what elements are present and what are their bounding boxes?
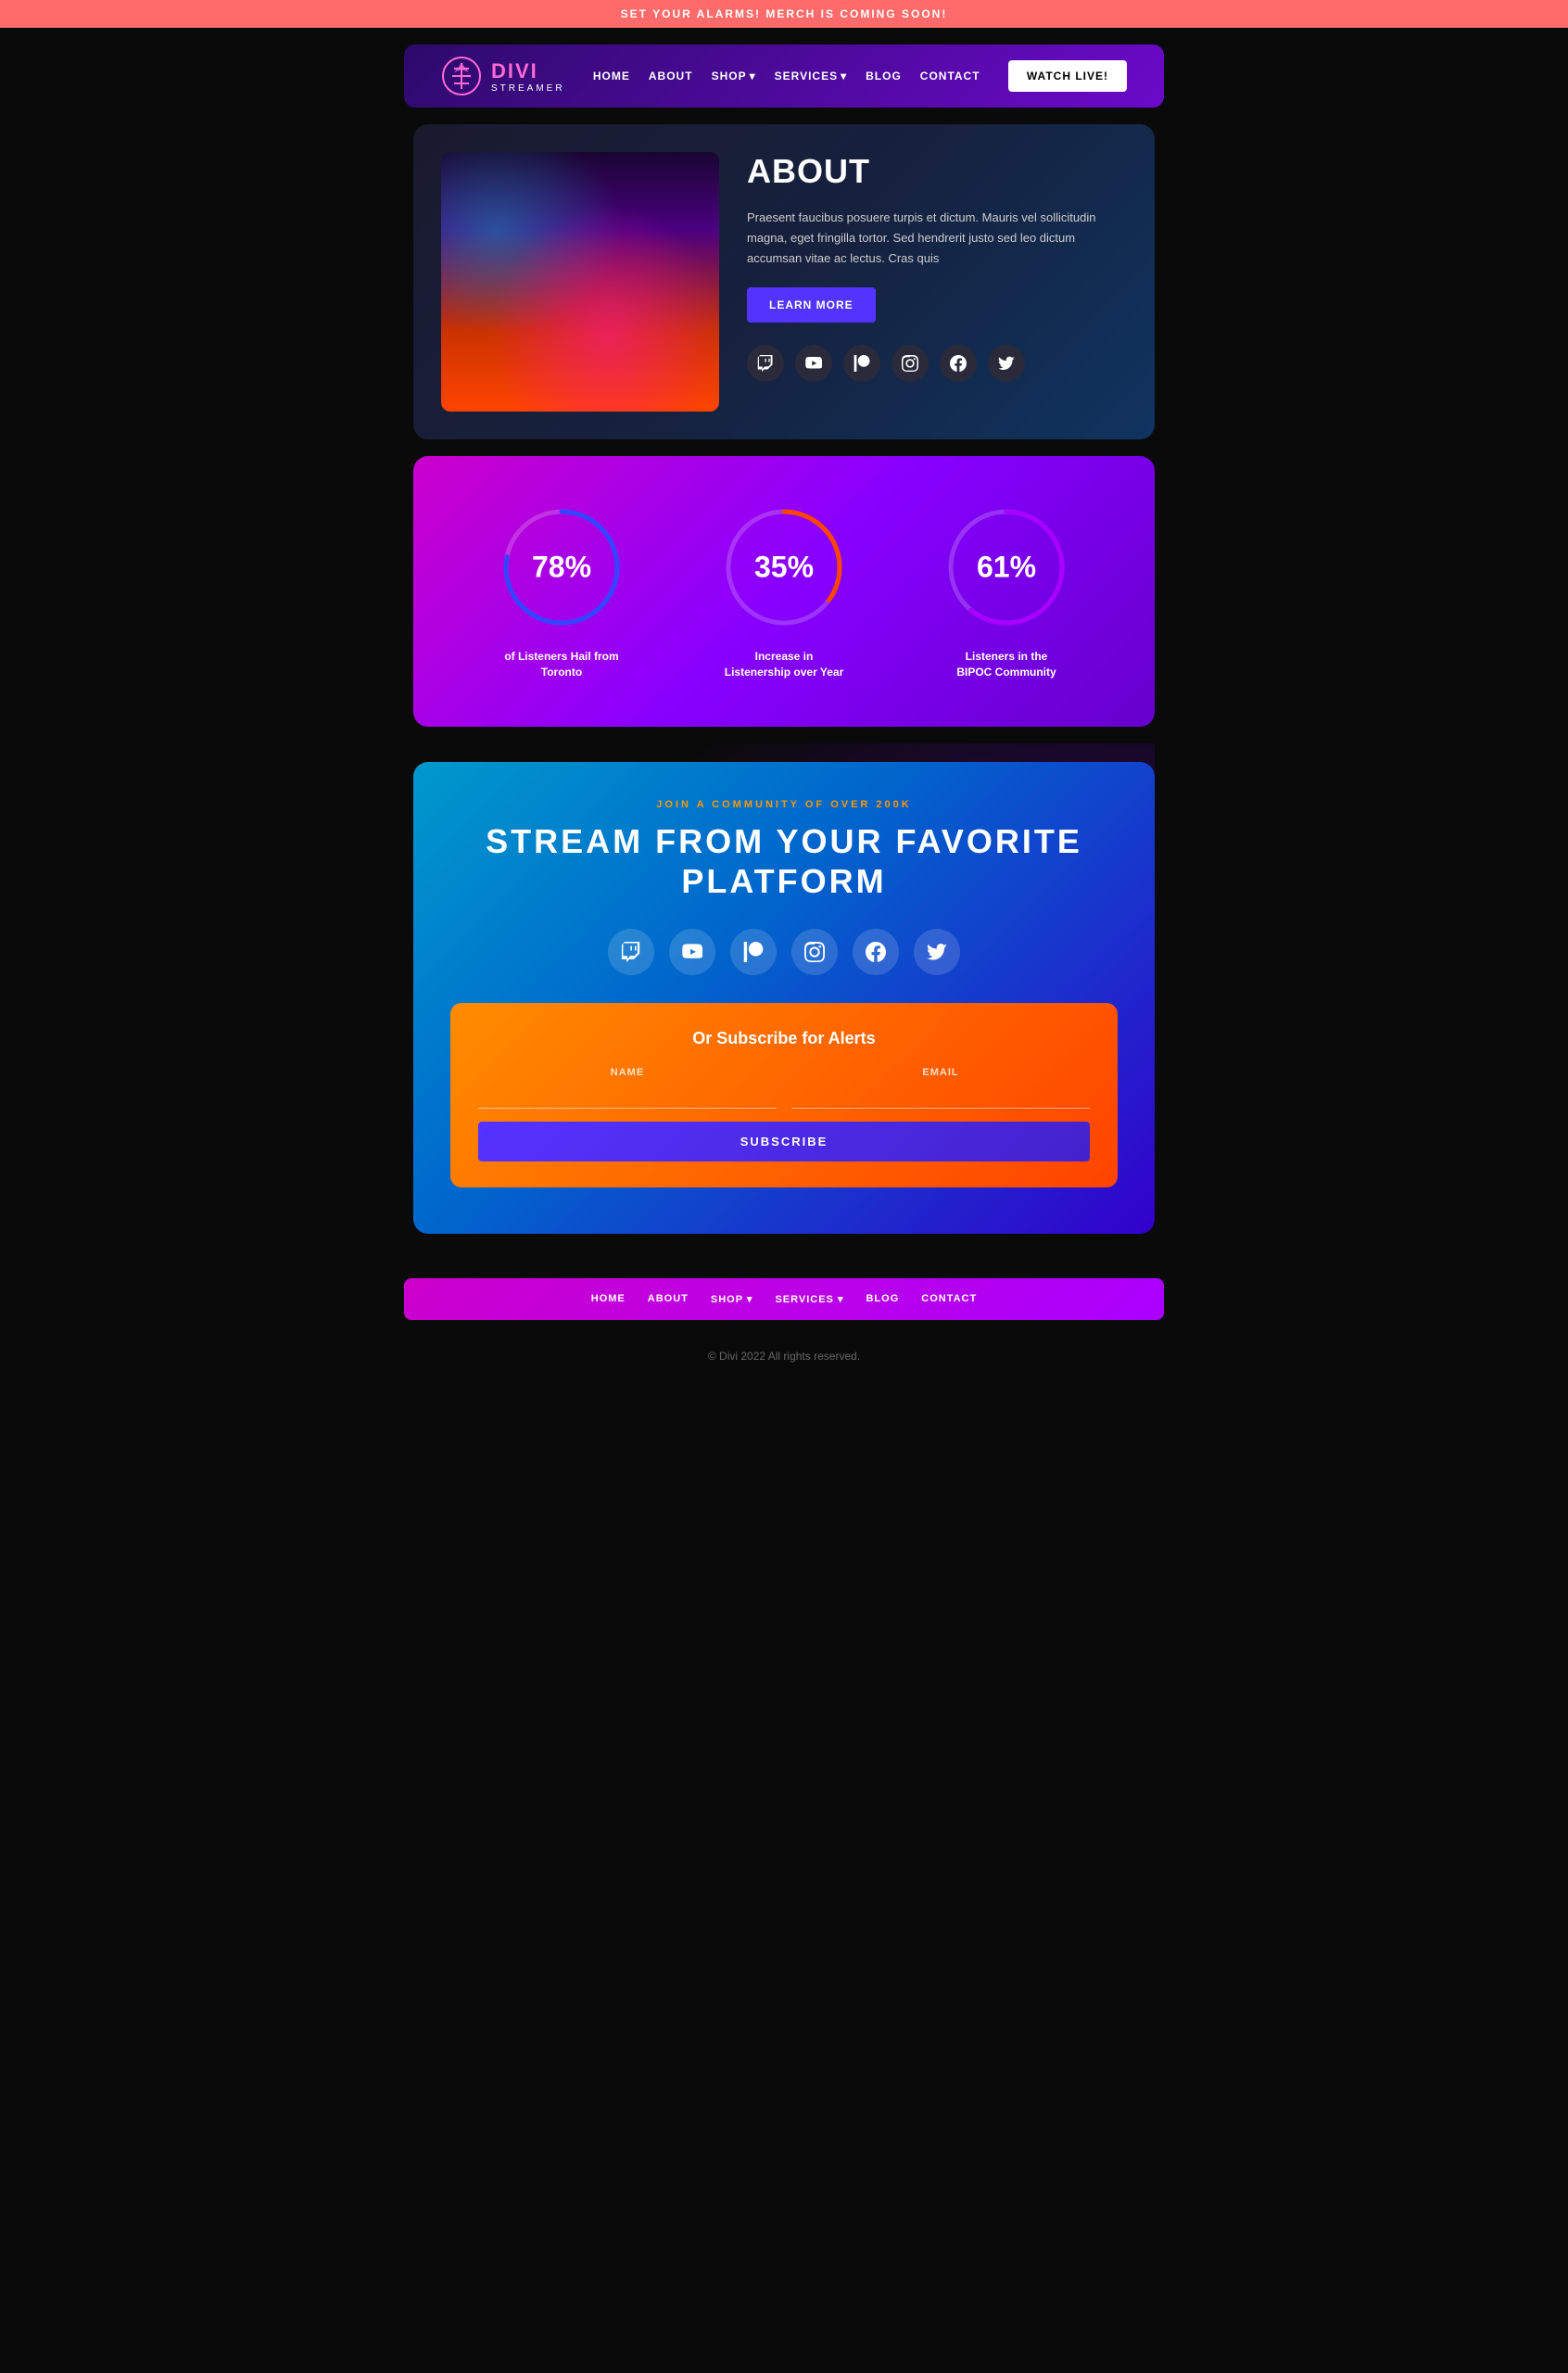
stat-value-1: 78% (532, 551, 591, 585)
footer-nav-home[interactable]: HOME (591, 1293, 626, 1305)
about-image-visual (441, 152, 719, 412)
main-nav: HOME ABOUT SHOP ▾ SERVICES ▾ BLOG CONTAC… (593, 70, 980, 82)
banner-text: SET YOUR ALARMS! MERCH IS COMING SOON! (621, 7, 948, 20)
stream-patreon-icon[interactable] (730, 929, 777, 975)
name-field-group: NAME (478, 1067, 777, 1109)
copyright: © Divi 2022 All rights reserved. (0, 1337, 1568, 1381)
name-input[interactable] (478, 1082, 777, 1109)
email-label: EMAIL (791, 1067, 1090, 1078)
stat-value-3: 61% (977, 551, 1036, 585)
youtube-icon[interactable] (795, 345, 832, 382)
footer-services-dropdown-icon: ▾ (838, 1294, 844, 1305)
stat-label-3: Listeners in the BIPOC Community (946, 649, 1067, 680)
footer-nav-services[interactable]: SERVICES ▾ (775, 1293, 843, 1305)
subscribe-fields: NAME EMAIL (478, 1067, 1090, 1109)
logo-divi: DIVI (491, 59, 565, 83)
stat-item-3: 61% Listeners in the BIPOC Community (942, 502, 1071, 680)
stream-twitter-icon[interactable] (914, 929, 960, 975)
stream-youtube-icon[interactable] (669, 929, 715, 975)
watch-live-button[interactable]: WATCH LIVE! (1008, 60, 1127, 92)
about-content: ABOUT Praesent faucibus posuere turpis e… (747, 152, 1127, 382)
patreon-icon[interactable] (843, 345, 880, 382)
stats-section: 78% of Listeners Hail from Toronto 35% I… (413, 456, 1155, 727)
top-banner: SET YOUR ALARMS! MERCH IS COMING SOON! (0, 0, 1568, 28)
footer-nav-contact[interactable]: CONTACT (921, 1293, 977, 1305)
stream-facebook-icon[interactable] (853, 929, 899, 975)
stat-circle-3: 61% (942, 502, 1071, 632)
about-section: ABOUT Praesent faucibus posuere turpis e… (413, 124, 1155, 439)
instagram-icon[interactable] (891, 345, 929, 382)
stream-section-wrapper: JOIN A COMMUNITY OF OVER 200K STREAM FRO… (413, 743, 1155, 1262)
email-input[interactable] (791, 1082, 1090, 1109)
logo: DIVI STREAMER (441, 56, 565, 96)
twitter-icon[interactable] (988, 345, 1025, 382)
stream-section: JOIN A COMMUNITY OF OVER 200K STREAM FRO… (413, 762, 1155, 1234)
about-text: Praesent faucibus posuere turpis et dict… (747, 208, 1127, 269)
stat-item-1: 78% of Listeners Hail from Toronto (497, 502, 626, 680)
subscribe-button[interactable]: SUBSCRIBE (478, 1122, 1090, 1161)
stream-instagram-icon[interactable] (791, 929, 838, 975)
stat-circle-1: 78% (497, 502, 626, 632)
nav-blog[interactable]: BLOG (866, 70, 902, 82)
subscribe-title: Or Subscribe for Alerts (478, 1029, 1090, 1048)
header: DIVI STREAMER HOME ABOUT SHOP ▾ SERVICES… (404, 44, 1164, 108)
facebook-icon[interactable] (940, 345, 977, 382)
stream-title: STREAM FROM YOUR FAVORITE PLATFORM (450, 821, 1118, 901)
stream-subtitle: JOIN A COMMUNITY OF OVER 200K (450, 799, 1118, 810)
logo-icon (441, 56, 482, 96)
nav-services[interactable]: SERVICES ▾ (775, 70, 848, 82)
shop-dropdown-icon: ▾ (750, 70, 756, 82)
about-title: ABOUT (747, 152, 1127, 191)
learn-more-button[interactable]: LEARN MORE (747, 287, 876, 323)
twitch-icon[interactable] (747, 345, 784, 382)
name-label: NAME (478, 1067, 777, 1078)
footer-nav-items: HOME ABOUT SHOP ▾ SERVICES ▾ BLOG CONTAC… (419, 1293, 1149, 1305)
stat-label-1: of Listeners Hail from Toronto (501, 649, 622, 680)
stream-twitch-icon[interactable] (608, 929, 654, 975)
footer-shop-dropdown-icon: ▾ (747, 1294, 753, 1305)
about-social-icons (747, 345, 1127, 382)
stream-social-icons (450, 929, 1118, 975)
main-content: ABOUT Praesent faucibus posuere turpis e… (404, 124, 1164, 1262)
stat-circle-2: 35% (719, 502, 849, 632)
nav-about[interactable]: ABOUT (649, 70, 693, 82)
services-dropdown-icon: ▾ (841, 70, 847, 82)
stat-item-2: 35% Increase in Listenership over Year (719, 502, 849, 680)
stat-label-2: Increase in Listenership over Year (724, 649, 844, 680)
about-image (441, 152, 719, 412)
email-field-group: EMAIL (791, 1067, 1090, 1109)
nav-shop[interactable]: SHOP ▾ (712, 70, 756, 82)
subscribe-box: Or Subscribe for Alerts NAME EMAIL SUBSC… (450, 1003, 1118, 1187)
footer-nav-shop[interactable]: SHOP ▾ (711, 1293, 753, 1305)
footer-nav: HOME ABOUT SHOP ▾ SERVICES ▾ BLOG CONTAC… (404, 1278, 1164, 1320)
stat-value-2: 35% (754, 551, 814, 585)
logo-text: DIVI STREAMER (491, 59, 565, 94)
nav-home[interactable]: HOME (593, 70, 630, 82)
logo-streamer: STREAMER (491, 83, 565, 94)
nav-contact[interactable]: CONTACT (920, 70, 980, 82)
footer-nav-blog[interactable]: BLOG (866, 1293, 899, 1305)
footer-nav-about[interactable]: ABOUT (648, 1293, 689, 1305)
